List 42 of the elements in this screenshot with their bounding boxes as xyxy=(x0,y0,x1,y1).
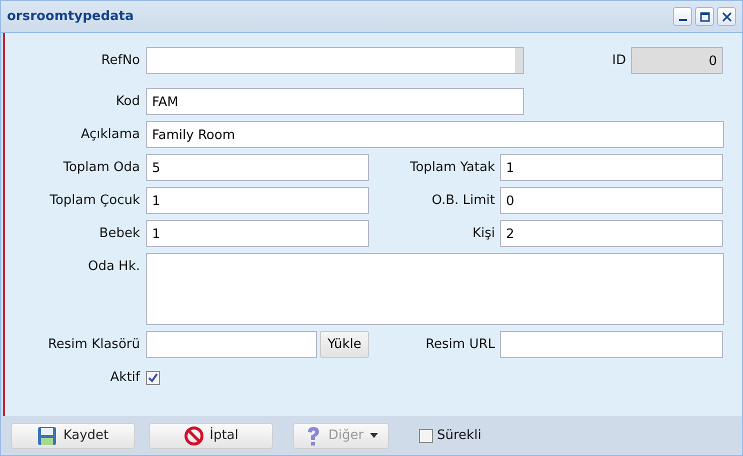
input-field[interactable]: 2 xyxy=(500,220,723,247)
input-field[interactable]: 1 xyxy=(500,154,723,181)
floppy-icon xyxy=(37,426,58,446)
close-icon xyxy=(722,12,732,22)
field-label: Kod xyxy=(114,94,141,109)
input-field[interactable]: 1 xyxy=(146,187,369,214)
input-field[interactable]: 0 xyxy=(500,187,723,214)
maximize-icon xyxy=(700,12,710,22)
input-field[interactable]: 1 xyxy=(146,220,369,247)
kod-field[interactable]: FAM xyxy=(146,88,524,115)
refno-field[interactable] xyxy=(146,47,524,74)
caret-icon xyxy=(370,433,378,438)
folder-field[interactable] xyxy=(146,331,317,358)
minimize-icon xyxy=(678,18,686,20)
field-label: Aktif xyxy=(109,370,142,385)
field-label: O.B. Limit xyxy=(430,193,496,208)
input-field[interactable]: 5 xyxy=(146,154,369,181)
field-label: Toplam Oda xyxy=(62,160,141,175)
continuous-checkbox[interactable]: Sürekli xyxy=(419,428,482,443)
field-label: Toplam Çocuk xyxy=(48,193,141,208)
notes-field[interactable] xyxy=(146,253,724,325)
field-label: Resim Klasörü xyxy=(46,337,141,352)
field-label: Açıklama xyxy=(80,127,141,142)
url-field[interactable] xyxy=(500,331,723,358)
field-label: ID xyxy=(611,53,627,68)
field-label: Resim URL xyxy=(424,337,496,352)
field-label: RefNo xyxy=(100,53,141,68)
field-label: Kişi xyxy=(471,226,496,241)
id-field[interactable]: 0 xyxy=(631,47,723,74)
close-button[interactable] xyxy=(717,7,736,26)
checkbox[interactable] xyxy=(146,370,160,384)
cancel-button[interactable]: İptal xyxy=(149,422,273,448)
maximize-button[interactable] xyxy=(695,7,714,26)
upload-button[interactable]: Yükle xyxy=(320,331,369,358)
minimize-button[interactable] xyxy=(673,7,692,26)
field-label: Bebek xyxy=(98,226,141,241)
no-entry-icon xyxy=(184,426,204,446)
description-field[interactable]: Family Room xyxy=(146,121,724,148)
window-title: orsroomtypedata xyxy=(7,9,134,24)
field-label: Toplam Yatak xyxy=(408,160,496,175)
save-button[interactable]: Kaydet xyxy=(11,422,135,448)
field-label: Oda Hk. xyxy=(86,258,141,274)
